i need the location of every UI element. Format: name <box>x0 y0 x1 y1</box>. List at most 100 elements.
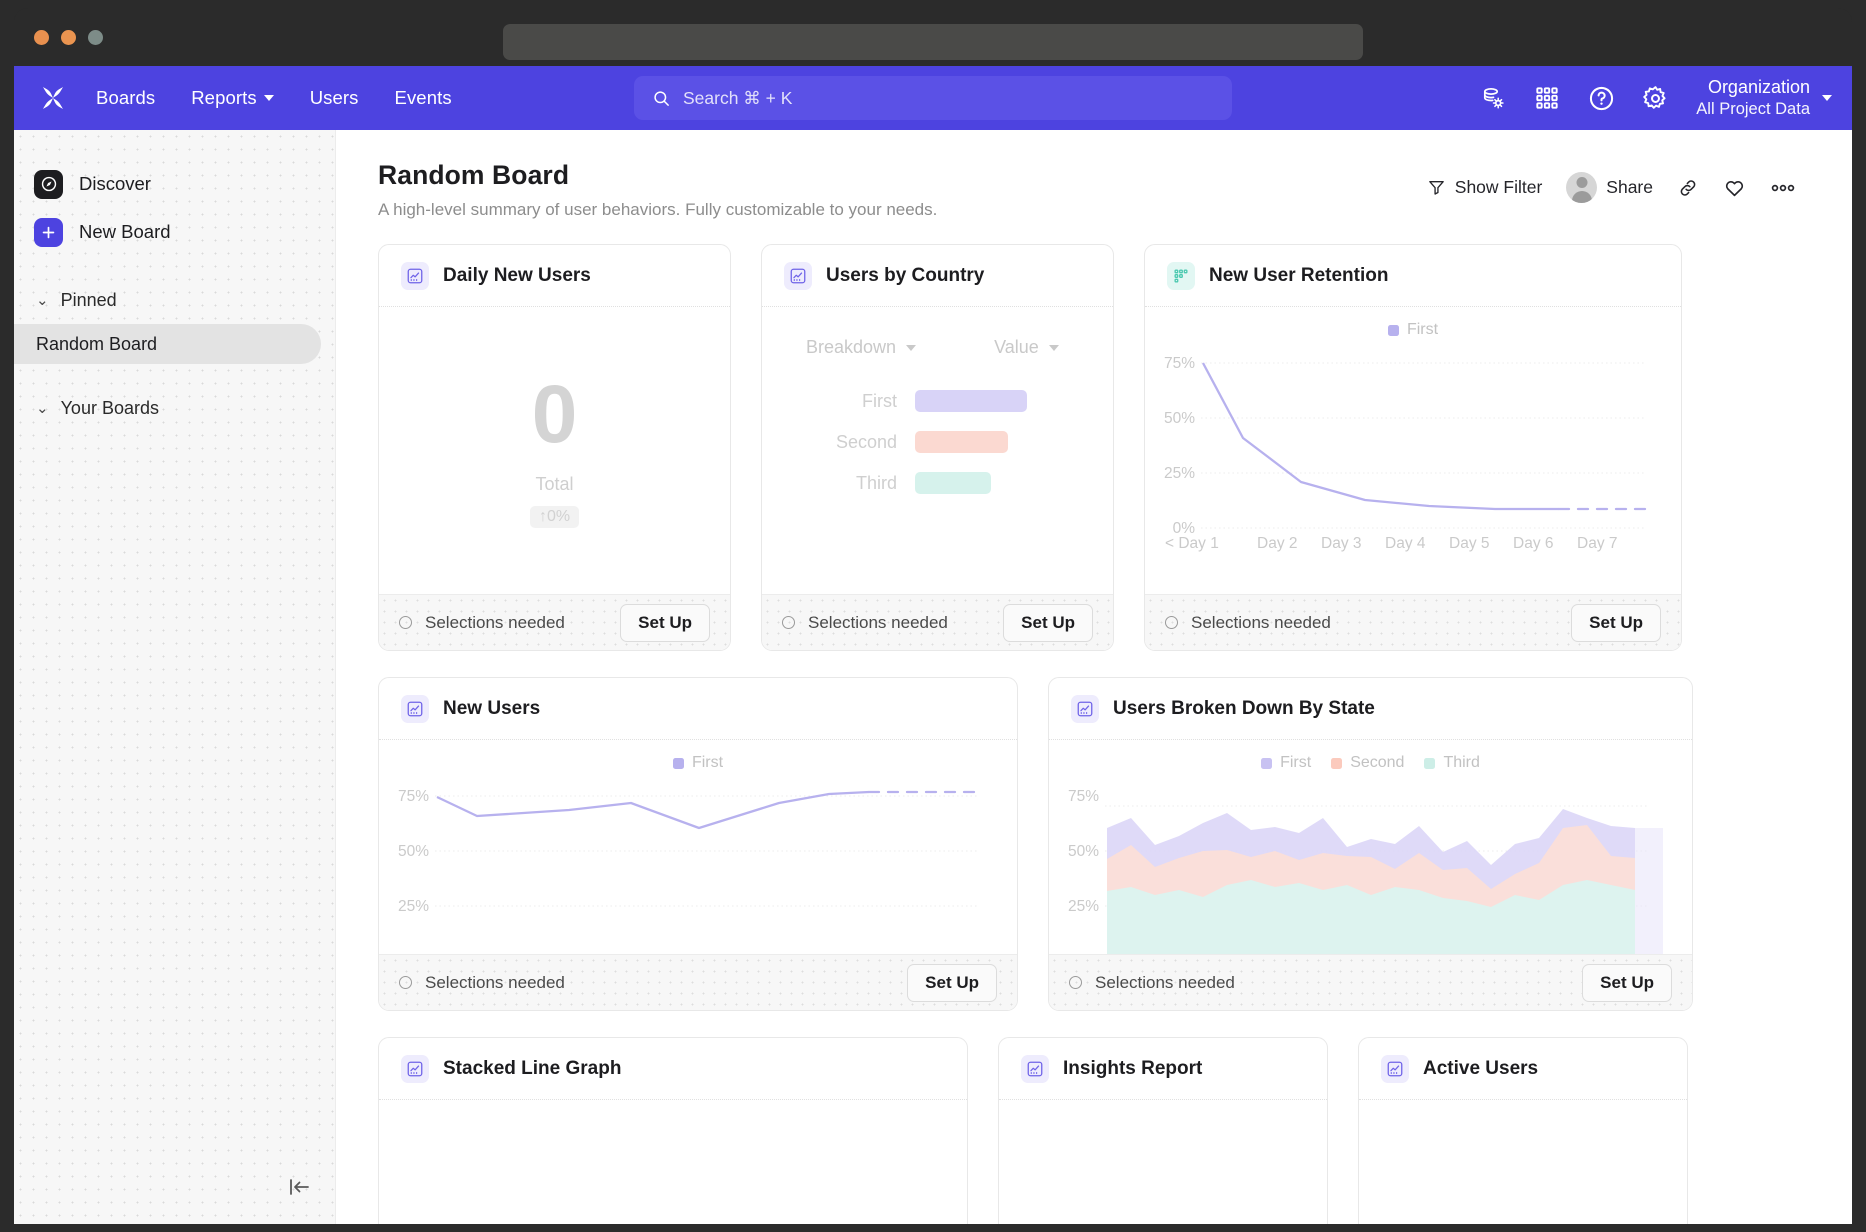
show-filter-button[interactable]: Show Filter <box>1415 171 1555 204</box>
plus-icon <box>34 218 63 247</box>
setup-button[interactable]: Set Up <box>1003 604 1093 642</box>
compass-icon <box>34 170 63 199</box>
sidebar-board-random-board[interactable]: Random Board <box>14 324 321 364</box>
card-body <box>1359 1100 1687 1224</box>
nav-link-events[interactable]: Events <box>395 87 452 109</box>
browser-url-bar[interactable] <box>503 24 1363 60</box>
breakdown-row-bar <box>915 390 1027 412</box>
window-traffic-lights <box>34 30 103 45</box>
value-dropdown-label: Value <box>994 337 1039 358</box>
sidebar-item-new-board-label: New Board <box>79 221 171 243</box>
sidebar-item-discover[interactable]: Discover <box>14 160 335 208</box>
retention-grid-icon <box>1167 262 1195 290</box>
nav-link-users-label: Users <box>310 87 359 109</box>
card-active-users[interactable]: Active Users <box>1358 1037 1688 1224</box>
new-users-plot <box>379 740 1017 954</box>
sidebar-section-your-boards[interactable]: ⌄ Your Boards <box>14 388 335 428</box>
organization-switcher[interactable]: Organization All Project Data <box>1696 76 1832 119</box>
grid-apps-icon[interactable] <box>1520 71 1574 125</box>
card-users-by-country[interactable]: Users by Country Breakdown Value <box>761 244 1114 651</box>
search-icon <box>652 89 671 108</box>
breakdown-rows: First Second Third <box>762 384 1113 500</box>
maximize-window-button[interactable] <box>88 30 103 45</box>
card-new-users[interactable]: New Users First 75% <box>378 677 1018 1011</box>
brand-logo-icon[interactable] <box>36 81 70 115</box>
nav-link-boards[interactable]: Boards <box>96 87 155 109</box>
card-insights-report[interactable]: Insights Report <box>998 1037 1328 1224</box>
global-search-box[interactable]: Search ⌘ + K <box>634 76 1232 120</box>
card-body: Breakdown Value <box>762 307 1113 594</box>
line-chart-icon <box>1021 1055 1049 1083</box>
chevron-down-icon <box>264 95 274 101</box>
chevron-down-icon <box>1822 95 1832 101</box>
organization-name: Organization <box>1696 76 1810 99</box>
sidebar-section-pinned-label: Pinned <box>61 290 117 311</box>
chevron-down-icon: ⌄ <box>36 293 49 308</box>
copy-link-button[interactable] <box>1665 171 1711 205</box>
status-ring-icon <box>782 616 795 629</box>
retention-line-chart: 75% 50% 25% 0% <box>1145 307 1681 594</box>
breakdown-dropdown[interactable]: Breakdown <box>806 337 916 358</box>
top-nav-right-cluster: Organization All Project Data <box>1466 71 1832 125</box>
card-row-3: Stacked Line Graph <box>378 1037 1808 1224</box>
card-footer: Selections needed Set Up <box>1145 594 1681 650</box>
status-ring-icon <box>1165 616 1178 629</box>
users-by-state-plot <box>1049 740 1692 954</box>
breakdown-row-label: First <box>762 391 915 412</box>
value-dropdown[interactable]: Value <box>994 337 1059 358</box>
x-tick-label: Day 5 <box>1449 535 1490 553</box>
nav-link-events-label: Events <box>395 87 452 109</box>
card-users-by-state[interactable]: Users Broken Down By State First <box>1048 677 1693 1011</box>
x-tick-label: Day 6 <box>1513 535 1554 553</box>
sidebar-section-pinned[interactable]: ⌄ Pinned <box>14 280 335 320</box>
nav-link-reports[interactable]: Reports <box>191 87 273 109</box>
card-footer: Selections needed Set Up <box>379 594 730 650</box>
board-card-grid: Daily New Users 0 Total ↑0% <box>378 244 1808 1224</box>
card-title: New Users <box>443 698 540 720</box>
nav-link-users[interactable]: Users <box>310 87 359 109</box>
card-status: Selections needed <box>1165 613 1331 633</box>
big-stat-value: 0 <box>379 374 730 456</box>
page-title: Random Board <box>378 160 937 191</box>
share-label: Share <box>1606 177 1653 198</box>
help-circle-icon[interactable] <box>1574 71 1628 125</box>
page-actions: Show Filter Share <box>1415 160 1808 209</box>
sidebar-item-new-board[interactable]: New Board <box>14 208 335 256</box>
x-tick-label: < Day 1 <box>1165 535 1219 553</box>
global-search-placeholder: Search ⌘ + K <box>683 88 792 109</box>
big-stat-block: 0 Total ↑0% <box>379 374 730 528</box>
nav-link-reports-label: Reports <box>191 87 256 109</box>
page-header: Random Board A high-level summary of use… <box>378 160 1808 220</box>
chevron-down-icon <box>1049 345 1059 351</box>
x-tick-label: Day 3 <box>1321 535 1362 553</box>
card-title: Users by Country <box>826 265 984 287</box>
card-stacked-line-graph[interactable]: Stacked Line Graph <box>378 1037 968 1224</box>
setup-button[interactable]: Set Up <box>1571 604 1661 642</box>
more-options-button[interactable] <box>1758 176 1808 200</box>
minimize-window-button[interactable] <box>61 30 76 45</box>
card-footer: Selections needed Set Up <box>1049 954 1692 1010</box>
close-window-button[interactable] <box>34 30 49 45</box>
big-stat-delta: ↑0% <box>530 506 579 528</box>
card-title: New User Retention <box>1209 265 1388 287</box>
main-content: Random Board A high-level summary of use… <box>336 130 1852 1224</box>
app-body: Discover New Board ⌄ Pinned Random Board <box>14 130 1852 1224</box>
settings-gear-icon[interactable] <box>1628 71 1682 125</box>
setup-button[interactable]: Set Up <box>907 964 997 1002</box>
favorite-button[interactable] <box>1711 170 1758 205</box>
share-button[interactable]: Share <box>1554 166 1665 209</box>
breakdown-selectors: Breakdown Value <box>762 307 1113 358</box>
card-daily-new-users[interactable]: Daily New Users 0 Total ↑0% <box>378 244 731 651</box>
card-title: Active Users <box>1423 1058 1538 1080</box>
card-title: Insights Report <box>1063 1058 1202 1080</box>
page-subtitle: A high-level summary of user behaviors. … <box>378 200 937 220</box>
breakdown-row-bar <box>915 472 991 494</box>
card-new-user-retention[interactable]: New User Retention First <box>1144 244 1682 651</box>
breakdown-row-bar <box>915 431 1008 453</box>
line-chart-icon <box>1381 1055 1409 1083</box>
setup-button[interactable]: Set Up <box>620 604 710 642</box>
line-chart-icon <box>784 262 812 290</box>
database-gear-icon[interactable] <box>1466 71 1520 125</box>
collapse-sidebar-button[interactable] <box>287 1176 313 1198</box>
setup-button[interactable]: Set Up <box>1582 964 1672 1002</box>
